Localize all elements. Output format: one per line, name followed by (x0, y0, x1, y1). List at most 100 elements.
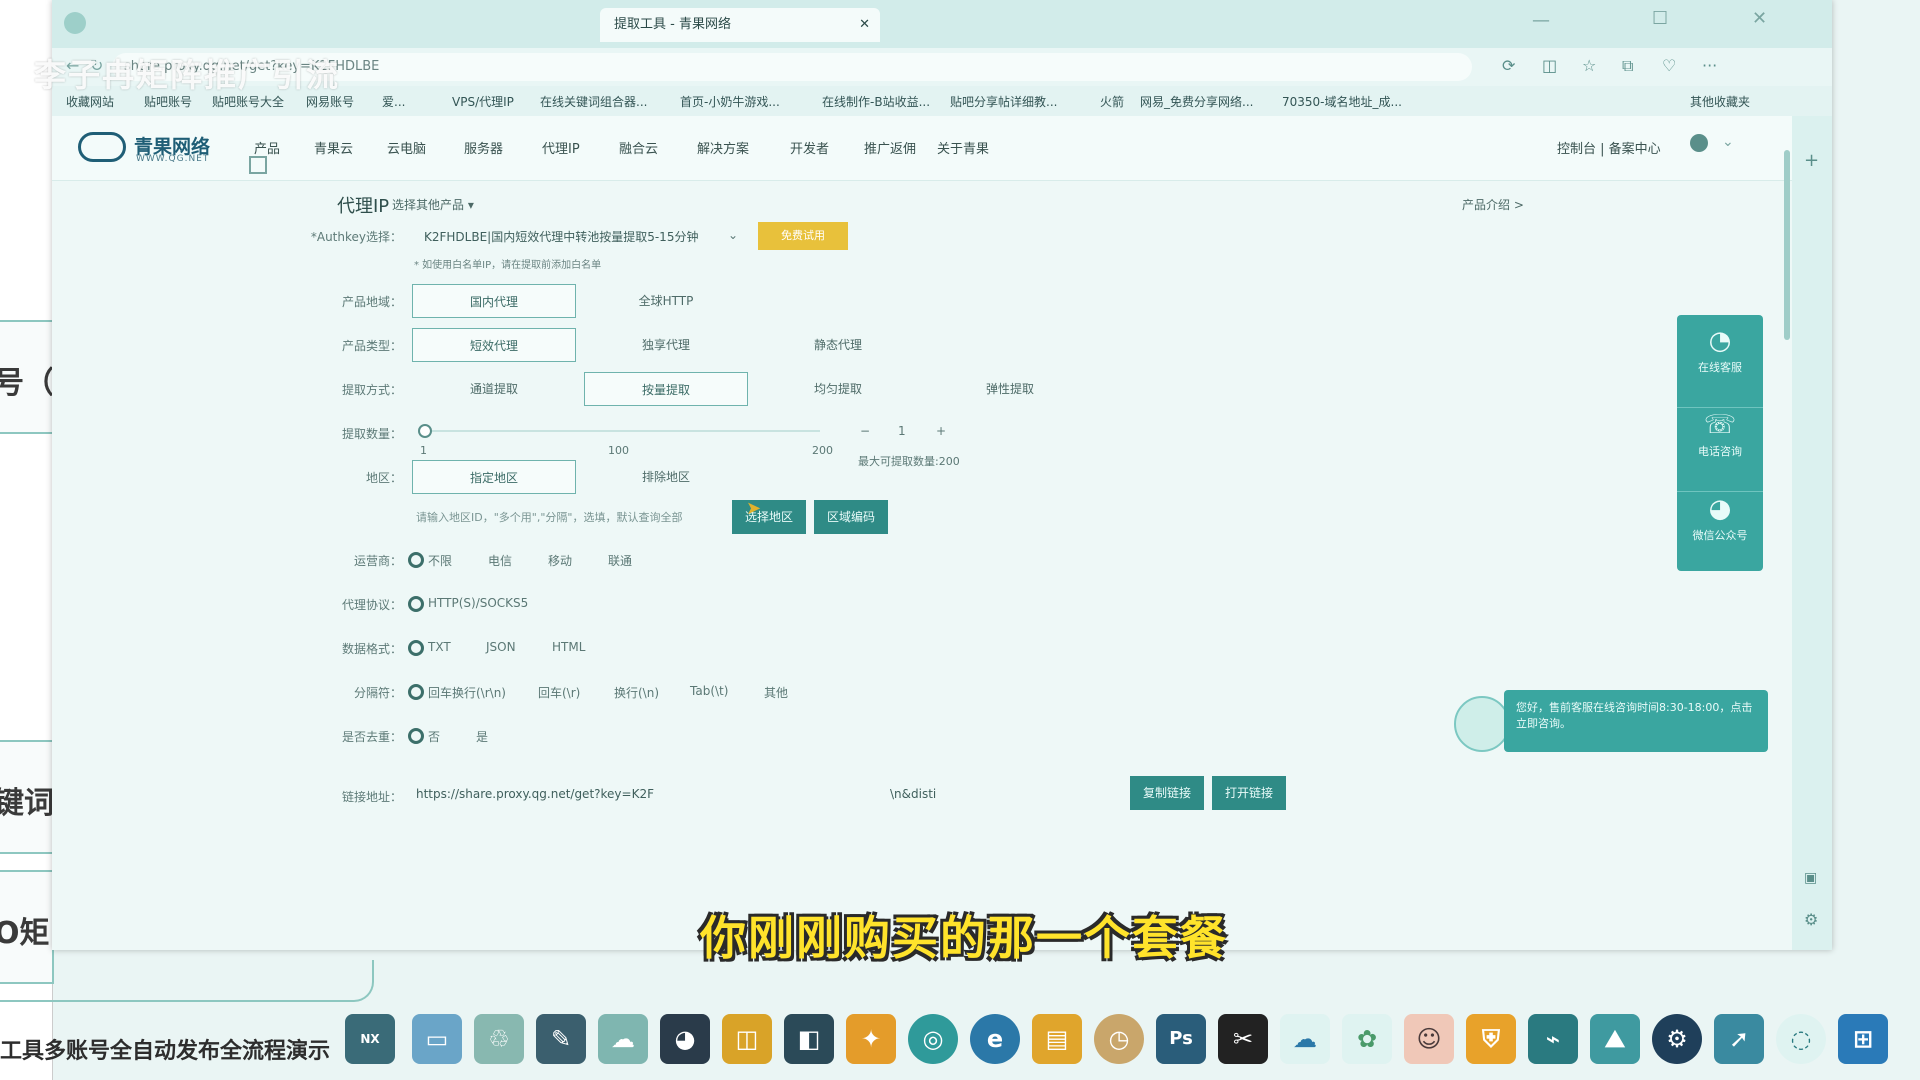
link-url[interactable]: https://share.proxy.qg.net/get?key=K2F (416, 787, 654, 801)
isp-radio[interactable] (408, 552, 424, 568)
ring-icon[interactable]: ◌ (1776, 1014, 1826, 1064)
bookmark-item[interactable]: 火箭 (1100, 93, 1124, 110)
isp-option-unicom[interactable]: 联通 (608, 552, 632, 569)
isp-option-any[interactable]: 不限 (428, 552, 452, 569)
dedup-option-yes[interactable]: 是 (476, 728, 488, 745)
game-icon[interactable]: ✦ (846, 1014, 896, 1064)
area-code-button[interactable]: 区域编码 (814, 500, 888, 534)
separator-option-crlf[interactable]: 回车换行(\r\n) (428, 684, 506, 701)
mountain-icon[interactable]: ⛰ (1590, 1014, 1640, 1064)
nav-solutions[interactable]: 解决方案 (697, 138, 749, 157)
windows-icon[interactable]: ⊞ (1838, 1014, 1888, 1064)
quantity-minus-button[interactable]: − (860, 424, 870, 438)
collections-icon[interactable]: ⧉ (1622, 56, 1633, 76)
favorites-icon[interactable]: ☆ (1582, 56, 1596, 75)
type-option-exclusive[interactable]: 独享代理 (584, 328, 748, 362)
product-intro-link[interactable]: 产品介绍 > (1462, 196, 1524, 213)
user-avatar-icon[interactable] (1690, 134, 1708, 152)
tab-inactive[interactable] (312, 8, 512, 42)
heart-icon[interactable]: ♡ (1662, 56, 1676, 75)
region-option-domestic[interactable]: 国内代理 (412, 284, 576, 318)
capcut-icon[interactable]: ✂ (1218, 1014, 1268, 1064)
nav-proxy-ip[interactable]: 代理IP (542, 138, 580, 157)
nav-affiliate[interactable]: 推广返佣 (864, 138, 916, 157)
type-option-short[interactable]: 短效代理 (412, 328, 576, 362)
widget-wechat[interactable]: ◕ 微信公众号 (1677, 491, 1763, 575)
chat-mascot-icon[interactable] (1454, 696, 1510, 752)
free-trial-button[interactable]: 免费试用 (758, 222, 848, 250)
bookmark-item[interactable]: 爱... (382, 93, 405, 110)
note-icon[interactable]: ✎ (536, 1014, 586, 1064)
clock-icon[interactable]: ◷ (1094, 1014, 1144, 1064)
chrome-icon[interactable]: ◎ (908, 1014, 958, 1064)
more-icon[interactable]: ··· (1702, 56, 1717, 75)
nexus-icon[interactable]: NX (345, 1014, 395, 1064)
tab-inactive[interactable] (892, 8, 1092, 42)
network-icon[interactable]: ⌁ (1528, 1014, 1578, 1064)
method-option-channel[interactable]: 通道提取 (412, 372, 576, 406)
bookmark-item[interactable]: 网易_免费分享网络... (1140, 93, 1253, 110)
arrow-app-icon[interactable]: ➚ (1714, 1014, 1764, 1064)
chevron-down-icon[interactable]: ⌄ (728, 228, 738, 242)
nav-cloud[interactable]: 青果云 (314, 138, 353, 157)
open-link-button[interactable]: 打开链接 (1212, 776, 1286, 810)
area-input[interactable]: 请输入地区ID，"多个用","分隔"，选填，默认查询全部 (416, 509, 682, 525)
bookmark-item[interactable]: 贴吧分享帖详细教... (950, 93, 1057, 110)
extension-icon[interactable]: ⟳ (1502, 56, 1515, 75)
reading-icon[interactable]: ◫ (1542, 56, 1557, 75)
separator-radio[interactable] (408, 684, 424, 700)
chat-app-icon[interactable]: ☁ (598, 1014, 648, 1064)
bookmark-item[interactable]: 首页-小奶牛游戏... (680, 93, 780, 110)
method-option-even[interactable]: 均匀提取 (756, 372, 920, 406)
separator-option-cr[interactable]: 回车(\r) (538, 684, 580, 701)
tab-active[interactable]: 提取工具 - 青果网络 ✕ (600, 8, 880, 42)
separator-option-other[interactable]: 其他 (764, 684, 788, 701)
quantity-slider-handle[interactable] (418, 424, 432, 438)
bookmark-item[interactable]: 在线关键词组合器... (540, 93, 647, 110)
dedup-option-no[interactable]: 否 (428, 728, 440, 745)
recycle-bin-icon[interactable]: ♲ (474, 1014, 524, 1064)
bookmark-item[interactable]: 在线制作-B站收益... (822, 93, 930, 110)
shield-icon[interactable]: ⛨ (1466, 1014, 1516, 1064)
bookmark-folder[interactable]: 其他收藏夹 (1690, 93, 1750, 110)
nav-fusion[interactable]: 融合云 (619, 138, 658, 157)
type-option-static[interactable]: 静态代理 (756, 328, 920, 362)
area-option-specify[interactable]: 指定地区 (412, 460, 576, 494)
isp-option-mobile[interactable]: 移动 (548, 552, 572, 569)
method-option-elastic[interactable]: 弹性提取 (928, 372, 1092, 406)
app-icon[interactable]: ◫ (722, 1014, 772, 1064)
nav-cloud-pc[interactable]: 云电脑 (387, 138, 426, 157)
widget-phone[interactable]: ☏ 电话咨询 (1677, 407, 1763, 492)
chat-bubble[interactable]: 您好，售前客服在线咨询时间8:30-18:00，点击立即咨询。 (1504, 690, 1768, 752)
region-option-global[interactable]: 全球HTTP (584, 284, 748, 318)
authkey-select[interactable]: K2FHDLBE|国内短效代理中转池按量提取5-15分钟 (424, 228, 698, 245)
qq-app-icon[interactable]: ◕ (660, 1014, 710, 1064)
steam-icon[interactable]: ⚙ (1652, 1014, 1702, 1064)
nav-console[interactable]: 控制台 | 备案中心 (1557, 138, 1661, 157)
chevron-down-icon[interactable]: ⌄ (1722, 134, 1734, 150)
nav-developer[interactable]: 开发者 (790, 138, 829, 157)
select-area-button[interactable]: 选择地区 (732, 500, 806, 534)
edge-icon[interactable]: e (970, 1014, 1020, 1064)
format-option-html[interactable]: HTML (552, 640, 585, 654)
method-option-volume[interactable]: 按量提取 (584, 372, 748, 406)
quantity-input[interactable]: 1 (898, 424, 906, 438)
area-option-exclude[interactable]: 排除地区 (584, 460, 748, 494)
screen-icon[interactable]: ▣ (1804, 870, 1817, 886)
cloud-icon[interactable]: ☁ (1280, 1014, 1330, 1064)
format-option-json[interactable]: JSON (486, 640, 516, 654)
maximize-icon[interactable]: ☐ (1652, 8, 1668, 29)
add-icon[interactable]: + (1804, 150, 1819, 171)
close-window-icon[interactable]: ✕ (1752, 8, 1767, 29)
bookmark-item[interactable]: 70350-域名地址_成... (1282, 93, 1402, 110)
widget-online-service[interactable]: ◔ 在线客服 (1677, 323, 1763, 408)
settings-gear-icon[interactable]: ⚙ (1804, 910, 1818, 929)
tab-inactive[interactable] (102, 8, 302, 42)
isp-option-telecom[interactable]: 电信 (488, 552, 512, 569)
protocol-radio[interactable] (408, 596, 424, 612)
product-switch[interactable]: 选择其他产品 ▾ (392, 196, 474, 213)
protocol-option-http-socks5[interactable]: HTTP(S)/SOCKS5 (428, 596, 528, 610)
pc-icon[interactable]: ▭ (412, 1014, 462, 1064)
bookmark-item[interactable]: VPS/代理IP (452, 93, 514, 110)
avatar-app-icon[interactable]: ☺ (1404, 1014, 1454, 1064)
